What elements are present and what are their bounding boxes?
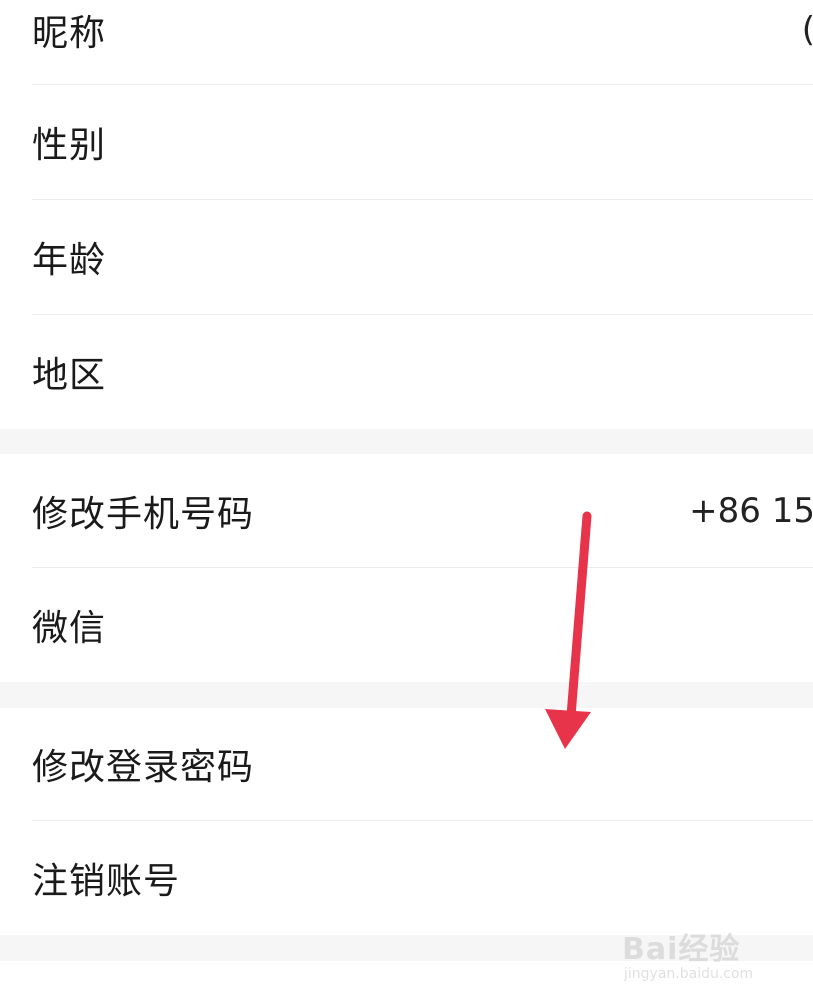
phone-number-value: +86 15 bbox=[689, 490, 813, 531]
age-row[interactable]: 年龄 bbox=[0, 200, 813, 314]
account-settings-screen: 昵称 ( 性别 年龄 地区 修改手机号码 +86 15 微信 修改登录密码 注销… bbox=[0, 0, 813, 1008]
change-phone-row[interactable]: 修改手机号码 +86 15 bbox=[0, 454, 813, 567]
region-label: 地区 bbox=[32, 355, 107, 396]
change-password-row[interactable]: 修改登录密码 bbox=[0, 708, 813, 820]
age-label: 年龄 bbox=[32, 240, 107, 281]
region-row[interactable]: 地区 bbox=[0, 315, 813, 429]
wechat-label: 微信 bbox=[32, 608, 107, 649]
nickname-value: ( bbox=[802, 10, 813, 50]
wechat-row[interactable]: 微信 bbox=[0, 568, 813, 682]
change-password-label: 修改登录密码 bbox=[32, 747, 255, 788]
deactivate-account-label: 注销账号 bbox=[32, 861, 181, 902]
gender-label: 性别 bbox=[32, 125, 107, 166]
section-gap bbox=[0, 682, 813, 708]
nickname-label: 昵称 bbox=[32, 13, 107, 54]
watermark-brand: Bai经验 bbox=[622, 932, 741, 967]
watermark-url: jingyan.baidu.com bbox=[624, 966, 754, 982]
change-phone-label: 修改手机号码 bbox=[32, 493, 255, 535]
nickname-row[interactable]: 昵称 ( bbox=[0, 0, 813, 84]
baidu-jingyan-watermark: Bai经验 jingyan.baidu.com bbox=[612, 918, 777, 988]
section-gap bbox=[0, 429, 813, 454]
gender-row[interactable]: 性别 bbox=[0, 85, 813, 199]
